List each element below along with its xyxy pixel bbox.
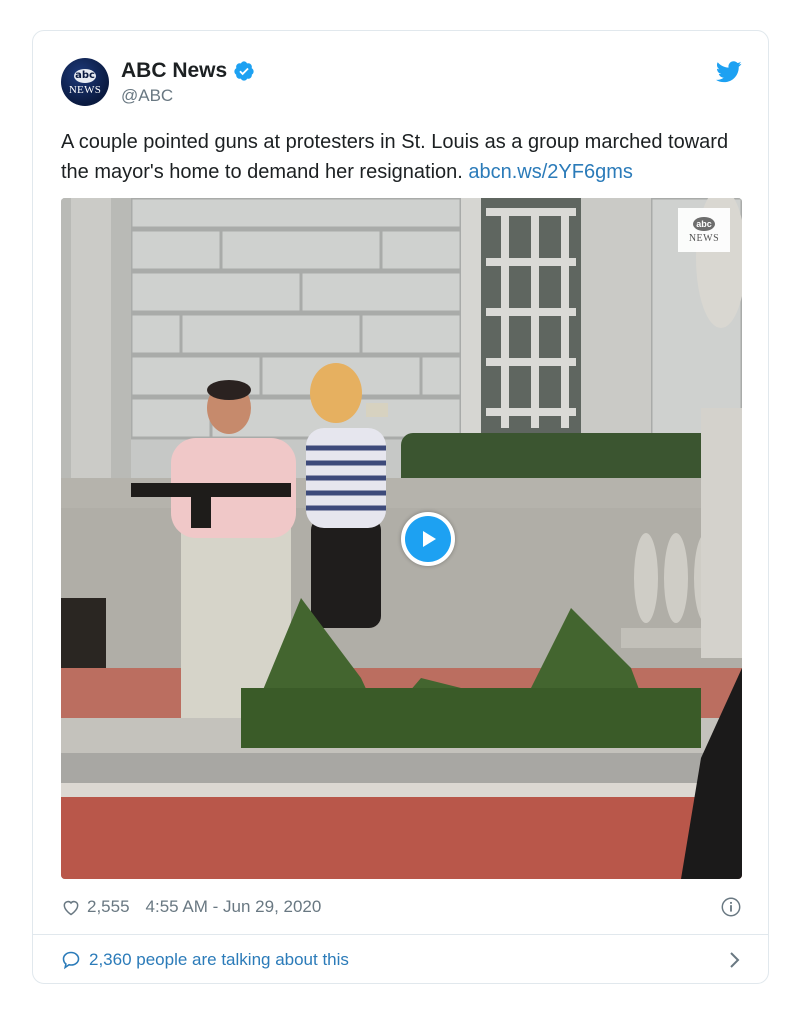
tweet-meta-row: 2,555 4:55 AM - Jun 29, 2020 <box>61 895 742 919</box>
avatar[interactable]: abc NEWS <box>61 58 109 106</box>
tweet-card: abc NEWS ABC News @ABC A couple pointed … <box>32 30 769 984</box>
heart-icon[interactable] <box>61 897 81 917</box>
avatar-news-label: NEWS <box>68 83 102 96</box>
author-display-name[interactable]: ABC News <box>121 59 227 83</box>
conversation-link[interactable]: 2,360 people are talking about this <box>61 945 742 975</box>
twitter-bird-icon[interactable] <box>716 61 742 83</box>
author-block[interactable]: ABC News @ABC <box>121 59 255 106</box>
watermark-news-label: NEWS <box>688 232 720 244</box>
chevron-right-icon[interactable] <box>728 951 742 969</box>
video-thumbnail[interactable]: abc NEWS <box>61 198 742 879</box>
verified-badge-icon <box>234 61 254 81</box>
tweet-link[interactable]: abcn.ws/2YF6gms <box>468 161 633 183</box>
play-button[interactable] <box>401 512 455 566</box>
speech-bubble-icon <box>62 951 80 970</box>
avatar-abc-logo: abc <box>74 68 96 83</box>
like-count[interactable]: 2,555 <box>87 897 130 917</box>
watermark-abc-logo: abc <box>693 216 715 231</box>
author-handle[interactable]: @ABC <box>121 86 255 106</box>
abc-watermark: abc NEWS <box>678 208 730 252</box>
divider <box>33 934 768 935</box>
play-icon <box>423 531 436 547</box>
tweet-timestamp[interactable]: 4:55 AM - Jun 29, 2020 <box>146 897 322 917</box>
conversation-label[interactable]: 2,360 people are talking about this <box>89 950 349 970</box>
tweet-text: A couple pointed guns at protesters in S… <box>61 127 751 187</box>
info-icon[interactable] <box>720 896 742 918</box>
